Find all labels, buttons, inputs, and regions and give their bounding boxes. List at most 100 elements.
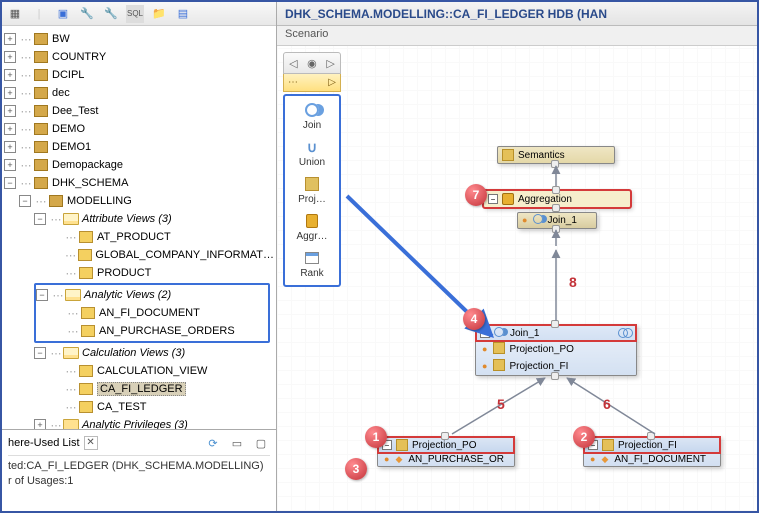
palette-header: ◁ ◉ ▷: [283, 52, 341, 74]
separator-icon: |: [30, 5, 48, 23]
projection-fi-source: AN_FI_DOCUMENT: [614, 454, 706, 465]
view-icon: [78, 382, 94, 396]
palette-projection[interactable]: Proj…: [287, 176, 337, 205]
navigator-panel: ▦ | ▣ 🔧 🔧 SQL 📁 ▤ +⋯BW +⋯COUNTRY +⋯DCIPL…: [2, 2, 277, 511]
projection-icon: [493, 342, 505, 357]
view-icon: [80, 306, 96, 320]
node-aggregation[interactable]: −Aggregation: [483, 190, 631, 208]
view-icon: [78, 230, 94, 244]
projection-icon: [493, 359, 505, 374]
projection-icon: [301, 176, 323, 192]
badge-8: 8: [569, 274, 577, 290]
package-icon: [33, 122, 49, 136]
minimize-icon[interactable]: ▭: [228, 434, 246, 452]
palette-aggregation[interactable]: Aggr…: [287, 213, 337, 242]
tree-item-dee-test[interactable]: +⋯Dee_Test: [4, 102, 274, 120]
tool1-icon[interactable]: 🔧: [78, 5, 96, 23]
node-projection-fi[interactable]: −Projection_FI AN_FI_DOCUMENT: [583, 436, 721, 467]
view-icon: [78, 364, 94, 378]
tree-item-attribute-views[interactable]: −⋯Attribute Views (3): [4, 210, 274, 228]
tree-item-bw[interactable]: +⋯BW: [4, 30, 274, 48]
tree-item-dec[interactable]: +⋯dec: [4, 84, 274, 102]
projection-icon: [602, 439, 614, 451]
join1-row-po: Projection_PO: [509, 344, 573, 355]
palette: ◁ ◉ ▷ ⋯▷ Join Union Proj… Aggr… Rank: [283, 52, 341, 287]
overlap-icon: [618, 328, 632, 338]
aggregation-icon: [502, 193, 514, 205]
db-icon[interactable]: ▣: [54, 5, 72, 23]
folder-open-icon: [63, 212, 79, 226]
app-container: ▦ | ▣ 🔧 🔧 SQL 📁 ▤ +⋯BW +⋯COUNTRY +⋯DCIPL…: [0, 0, 759, 513]
tree-item-an-purchase-orders[interactable]: ⋯AN_PURCHASE_ORDERS: [36, 322, 268, 340]
palette-union[interactable]: Union: [287, 139, 337, 168]
close-where-used-button[interactable]: ✕: [84, 436, 98, 450]
tree-item-analytic-privileges[interactable]: +⋯Analytic Privileges (3): [4, 416, 274, 429]
where-used-title: here-Used List: [8, 437, 80, 449]
tree-item-ca-test[interactable]: ⋯CA_TEST: [4, 398, 274, 416]
package-icon: [33, 50, 49, 64]
scenario-section-label: Scenario: [277, 26, 757, 46]
semantics-icon: [502, 149, 514, 161]
editor-panel: DHK_SCHEMA.MODELLING::CA_FI_LEDGER HDB (…: [277, 2, 757, 511]
navigator-tree[interactable]: +⋯BW +⋯COUNTRY +⋯DCIPL +⋯dec +⋯Dee_Test …: [2, 26, 276, 429]
join-icon: [301, 102, 323, 118]
tree-item-analytic-views[interactable]: −⋯Analytic Views (2): [36, 286, 268, 304]
where-used-panel: here-Used List ✕ ⟳ ▭ ▢ ted:CA_FI_LEDGER …: [2, 429, 276, 511]
analytic-views-highlight: −⋯Analytic Views (2) ⋯AN_FI_DOCUMENT ⋯AN…: [34, 283, 270, 343]
tree-item-demo[interactable]: +⋯DEMO: [4, 120, 274, 138]
tree-item-demopackage[interactable]: +⋯Demopackage: [4, 156, 274, 174]
node-join1[interactable]: −Join_1 Projection_PO Projection_FI: [475, 324, 637, 376]
palette-drawer[interactable]: ⋯▷: [283, 74, 341, 92]
join-icon: [533, 214, 543, 227]
tree-item-global-company[interactable]: ⋯GLOBAL_COMPANY_INFORMAT…: [4, 246, 274, 264]
tree-item-country[interactable]: +⋯COUNTRY: [4, 48, 274, 66]
maximize-icon[interactable]: ▢: [252, 434, 270, 452]
folder-open-icon: [63, 346, 79, 360]
node-projection-po[interactable]: −Projection_PO AN_PURCHASE_OR: [377, 436, 515, 467]
projection-po-source: AN_PURCHASE_OR: [408, 454, 504, 465]
tree-item-product[interactable]: ⋯PRODUCT: [4, 264, 274, 282]
palette-rank[interactable]: Rank: [287, 250, 337, 279]
union-icon: [301, 139, 323, 155]
palette-back-icon[interactable]: ◁: [286, 56, 300, 70]
package-icon: [33, 32, 49, 46]
badge-1: 1: [365, 426, 387, 448]
palette-forward-icon[interactable]: ▷: [324, 56, 338, 70]
tree-item-at-product[interactable]: ⋯AT_PRODUCT: [4, 228, 274, 246]
scenario-canvas[interactable]: ◁ ◉ ▷ ⋯▷ Join Union Proj… Aggr… Rank: [277, 46, 757, 511]
folder-open-icon: [65, 288, 81, 302]
tree-item-dhk-schema[interactable]: −⋯DHK_SCHEMA: [4, 174, 274, 192]
badge-3: 3: [345, 458, 367, 480]
tree-item-dcipl[interactable]: +⋯DCIPL: [4, 66, 274, 84]
package-icon: [33, 158, 49, 172]
package-icon: [33, 86, 49, 100]
new-icon[interactable]: ▦: [6, 5, 24, 23]
node-projection-po-label: Projection_PO: [412, 440, 476, 451]
palette-join[interactable]: Join: [287, 102, 337, 131]
sheet-icon[interactable]: ▤: [174, 5, 192, 23]
tree-item-ca-fi-ledger[interactable]: ⋯CA_FI_LEDGER: [4, 380, 274, 398]
sql-icon[interactable]: SQL: [126, 5, 144, 23]
refresh-icon[interactable]: ⟳: [204, 434, 222, 452]
node-semantics[interactable]: Semantics: [497, 146, 615, 164]
palette-color-icon[interactable]: ◉: [305, 56, 319, 70]
tree-item-an-fi-document[interactable]: ⋯AN_FI_DOCUMENT: [36, 304, 268, 322]
view-icon: [80, 324, 96, 338]
view-icon: [77, 248, 92, 262]
tree-item-calculation-views[interactable]: −⋯Calculation Views (3): [4, 344, 274, 362]
join1-row-fi: Projection_FI: [509, 361, 568, 372]
folder-icon: [63, 418, 79, 429]
tool2-icon[interactable]: 🔧: [102, 5, 120, 23]
package-icon: [33, 68, 49, 82]
where-used-selected: ted:CA_FI_LEDGER (DHK_SCHEMA.MODELLING): [8, 460, 270, 472]
tree-item-calculation-view[interactable]: ⋯CALCULATION_VIEW: [4, 362, 274, 380]
package-icon: [48, 194, 64, 208]
navigator-toolbar: ▦ | ▣ 🔧 🔧 SQL 📁 ▤: [2, 2, 276, 26]
folder-icon[interactable]: 📁: [150, 5, 168, 23]
tree-item-modelling[interactable]: −⋯MODELLING: [4, 192, 274, 210]
rank-icon: [301, 250, 323, 266]
tree-item-demo1[interactable]: +⋯DEMO1: [4, 138, 274, 156]
node-join1-collapsed[interactable]: Join_1: [517, 212, 597, 229]
package-icon: [33, 176, 49, 190]
node-join1-collapsed-label: Join_1: [547, 215, 576, 226]
